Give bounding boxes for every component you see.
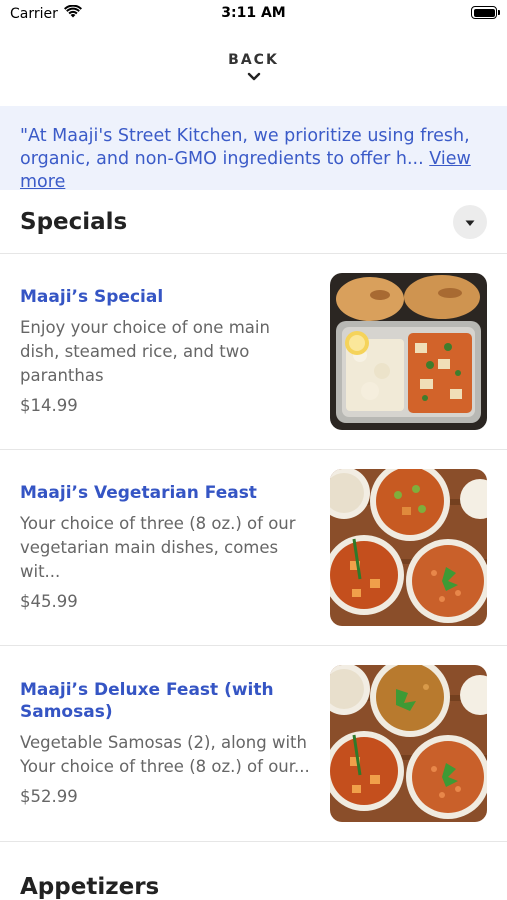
status-bar: Carrier 3:11 AM bbox=[0, 0, 507, 28]
menu-item-price: $45.99 bbox=[20, 591, 78, 611]
menu-item[interactable]: Maaji’s Deluxe Feast (with Samosas) Vege… bbox=[0, 646, 507, 842]
menu-item-description: Your choice of three (8 oz.) of our vege… bbox=[20, 513, 296, 581]
chevron-down-icon bbox=[246, 68, 262, 87]
curry-bowls-photo[interactable] bbox=[330, 665, 487, 822]
info-banner: "At Maaji's Street Kitchen, we prioritiz… bbox=[0, 106, 507, 192]
menu-item-text: Maaji’s Special Enjoy your choice of one… bbox=[20, 286, 310, 418]
menu-item-name: Maaji’s Deluxe Feast (with Samosas) bbox=[20, 679, 274, 722]
menu-item-price: $14.99 bbox=[20, 395, 78, 415]
collapse-section-button[interactable] bbox=[453, 204, 487, 239]
section-title: Appetizers bbox=[20, 874, 160, 900]
menu-item[interactable]: Maaji’s Special Enjoy your choice of one… bbox=[0, 254, 507, 450]
menu-item[interactable]: Maaji’s Vegetarian Feast Your choice of … bbox=[0, 450, 507, 646]
menu-item-text: Maaji’s Vegetarian Feast Your choice of … bbox=[20, 482, 310, 614]
menu-item-description: Vegetable Samosas (2), along with Your c… bbox=[20, 732, 310, 776]
section-title: Specials bbox=[20, 208, 128, 235]
appetizers-section-header[interactable]: Appetizers bbox=[0, 842, 507, 900]
status-right bbox=[471, 6, 500, 19]
banner-text: "At Maaji's Street Kitchen, we prioritiz… bbox=[20, 126, 470, 169]
battery-icon bbox=[471, 6, 500, 19]
back-label: BACK bbox=[228, 51, 279, 68]
specials-section-header[interactable]: Specials bbox=[0, 190, 507, 254]
back-button[interactable]: BACK bbox=[0, 28, 507, 106]
curry-bowls-photo[interactable] bbox=[330, 469, 487, 626]
menu-item-text: Maaji’s Deluxe Feast (with Samosas) Vege… bbox=[20, 679, 310, 809]
status-time: 3:11 AM bbox=[221, 5, 286, 21]
menu-item-name: Maaji’s Special bbox=[20, 286, 164, 307]
menu-item-name: Maaji’s Vegetarian Feast bbox=[20, 482, 257, 503]
caret-down-icon bbox=[465, 212, 475, 231]
menu-item-description: Enjoy your choice of one main dish, stea… bbox=[20, 317, 270, 385]
menu-item-price: $52.99 bbox=[20, 786, 78, 806]
tray-meal-photo[interactable] bbox=[330, 273, 487, 430]
